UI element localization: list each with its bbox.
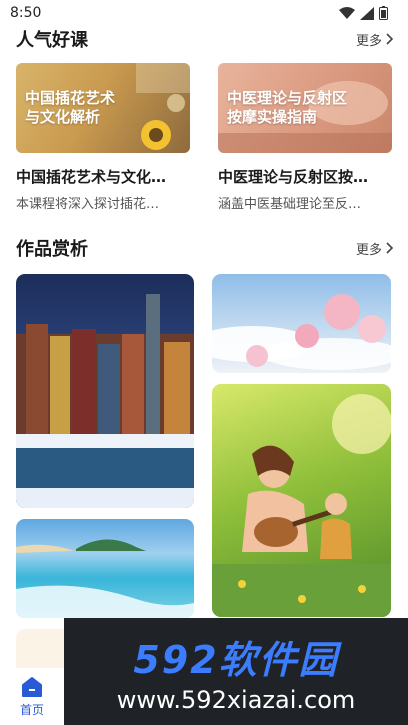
course-thumb-tcm: 中医理论与反射区 按摩实操指南 xyxy=(218,63,392,153)
battery-icon xyxy=(379,6,388,20)
wifi-icon xyxy=(339,6,355,19)
course-card-flower[interactable]: 中国插花艺术 与文化解析 中国插花艺术与文化… 本课程将深入探讨插花… xyxy=(16,63,190,212)
works-section-header: 作品赏析 更多 xyxy=(16,235,394,261)
course-title-tcm: 中医理论与反射区按… xyxy=(218,168,369,186)
course-thumb-flower: 中国插花艺术 与文化解析 xyxy=(16,63,190,153)
status-bar: 8:50 xyxy=(0,0,408,26)
works-section-title: 作品赏析 xyxy=(16,239,88,260)
watermark-banner: 592软件园 www.592xiazai.com xyxy=(64,618,408,725)
chevron-right-icon xyxy=(386,242,394,254)
course-thumb-text-flower: 中国插花艺术 与文化解析 xyxy=(25,89,116,126)
course-desc-tcm: 涵盖中医基础理论至反… xyxy=(218,197,362,212)
watermark-logo-text: 592软件园 xyxy=(133,638,339,682)
artwork-peonies[interactable] xyxy=(212,274,391,373)
course-desc-flower: 本课程将深入探讨插花… xyxy=(16,197,160,212)
snow-town-image xyxy=(16,294,194,508)
signal-icon xyxy=(360,6,374,20)
works-more-link[interactable]: 更多 xyxy=(356,239,394,258)
status-icons xyxy=(339,6,388,20)
artwork-guitar-family[interactable] xyxy=(212,384,391,617)
popular-more-link[interactable]: 更多 xyxy=(356,30,394,49)
tab-home-label: 首页 xyxy=(19,702,44,717)
artwork-snow-town[interactable] xyxy=(16,274,194,508)
artwork-beach[interactable] xyxy=(16,519,194,618)
watermark-url: www.592xiazai.com xyxy=(116,686,356,714)
course-card-tcm[interactable]: 中医理论与反射区 按摩实操指南 中医理论与反射区按… 涵盖中医基础理论至反… xyxy=(218,63,392,212)
course-thumb-text-tcm: 中医理论与反射区 按摩实操指南 xyxy=(227,89,348,126)
chevron-right-icon xyxy=(386,33,394,45)
peony-clouds-image xyxy=(212,294,391,370)
guitar-family-image xyxy=(212,394,391,617)
popular-more-label: 更多 xyxy=(355,33,382,49)
tab-home[interactable]: 首页 xyxy=(0,668,64,725)
status-time: 8:50 xyxy=(10,5,42,21)
popular-section-header: 人气好课 更多 xyxy=(16,26,394,52)
beach-image xyxy=(16,539,194,618)
course-title-flower: 中国插花艺术与文化… xyxy=(16,168,167,186)
artwork-partial[interactable] xyxy=(16,629,64,669)
home-icon xyxy=(22,676,42,697)
works-more-label: 更多 xyxy=(355,242,382,258)
popular-section-title: 人气好课 xyxy=(16,30,88,51)
